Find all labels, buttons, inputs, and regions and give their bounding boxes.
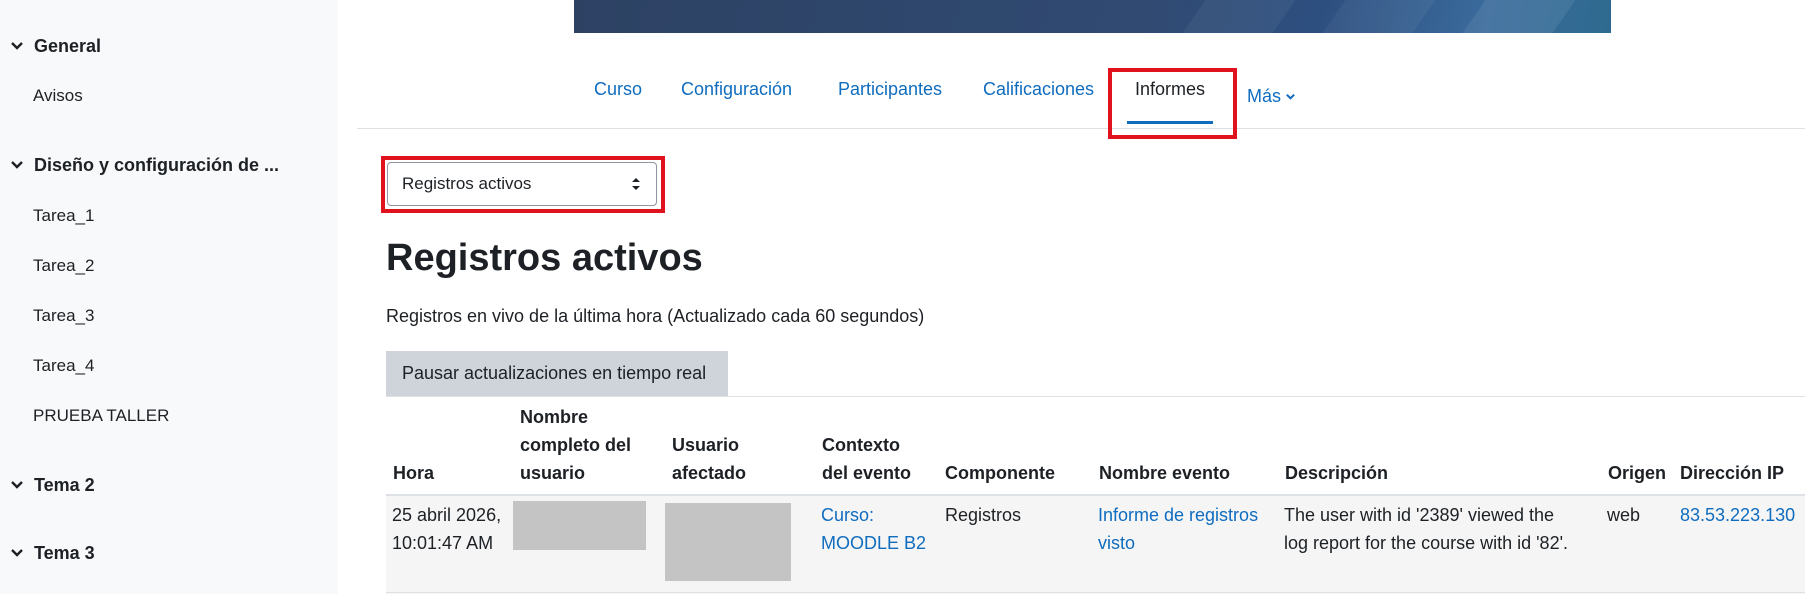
ip-address-link[interactable]: 83.53.223.130 (1680, 501, 1795, 529)
header-line: del evento (822, 463, 912, 483)
secondary-navigation: Curso Configuración Participantes Califi… (357, 68, 1805, 129)
section-diseno[interactable]: Diseño y configuración de ... (0, 150, 279, 180)
header-line: usuario (520, 463, 586, 483)
column-header-time[interactable]: Hora (393, 459, 434, 487)
tab-configuracion[interactable]: Configuración (681, 68, 792, 124)
cell-time: 25 abril 2026, 10:01:47 AM (392, 501, 501, 557)
header-line: completo del (520, 435, 632, 455)
cell-line: Curso: (821, 505, 875, 525)
sidebar-item-avisos[interactable]: Avisos (33, 85, 83, 107)
chevron-down-icon[interactable] (0, 31, 34, 61)
tab-curso[interactable]: Curso (594, 68, 642, 124)
header-line: Nombre (520, 407, 589, 427)
chevron-down-icon[interactable] (0, 470, 34, 500)
sidebar-item-tarea-1[interactable]: Tarea_1 (33, 205, 94, 227)
cell-line: visto (1098, 533, 1136, 553)
chevron-down-icon[interactable] (0, 150, 34, 180)
tab-calificaciones[interactable]: Calificaciones (983, 68, 1094, 124)
sidebar-item-tarea-3[interactable]: Tarea_3 (33, 305, 94, 327)
header-line: Contexto (822, 435, 900, 455)
chevron-down-icon[interactable] (0, 538, 34, 568)
redacted-affected-user (665, 503, 791, 581)
header-line: afectado (672, 463, 747, 483)
cell-line: MOODLE B2 (821, 533, 927, 553)
course-header-banner (574, 0, 1611, 33)
sidebar-item-tarea-4[interactable]: Tarea_4 (33, 355, 94, 377)
cell-origin: web (1607, 505, 1641, 525)
column-header-description[interactable]: Descripción (1285, 459, 1388, 487)
pause-live-updates-button[interactable]: Pausar actualizaciones en tiempo real (386, 351, 728, 396)
highlight-box-informes (1108, 68, 1237, 139)
section-label: Tema 3 (34, 542, 95, 563)
redacted-user-name (513, 501, 646, 550)
section-tema-2[interactable]: Tema 2 (0, 470, 95, 500)
event-name-link[interactable]: Informe de registros visto (1098, 501, 1258, 557)
chevron-down-icon (1285, 91, 1296, 102)
table-top-border (386, 396, 1805, 397)
highlight-box-selector (381, 156, 665, 213)
header-line: Usuario (672, 435, 740, 455)
context-link[interactable]: Curso: MOODLE B2 (821, 501, 926, 557)
tab-mas-label: Más (1247, 86, 1282, 106)
cell-component: Registros (945, 505, 1022, 525)
cell-line: The user with id '2389' viewed the (1284, 505, 1555, 525)
section-tema-3[interactable]: Tema 3 (0, 538, 95, 568)
sidebar-item-prueba-taller[interactable]: PRUEBA TALLER (33, 405, 169, 427)
section-general[interactable]: General (0, 31, 101, 61)
tab-mas[interactable]: Más (1247, 68, 1296, 124)
column-header-user-fullname[interactable]: Nombre completo del usuario (520, 403, 631, 487)
column-header-origin[interactable]: Origen (1608, 459, 1666, 487)
page-subtitle: Registros en vivo de la última hora (Act… (386, 306, 925, 326)
section-label: Tema 2 (34, 474, 95, 495)
section-label: General (34, 35, 102, 56)
tab-participantes[interactable]: Participantes (838, 68, 942, 124)
cell-line: Informe de registros (1098, 505, 1259, 525)
cell-line: log report for the course with id '82'. (1284, 533, 1569, 553)
column-header-context[interactable]: Contexto del evento (822, 431, 911, 487)
cell-line: 10:01:47 AM (392, 533, 494, 553)
page-title: Registros activos (386, 237, 703, 279)
section-label: Diseño y configuración de ... (34, 154, 280, 175)
column-header-affected-user[interactable]: Usuario afectado (672, 431, 746, 487)
column-header-event-name[interactable]: Nombre evento (1099, 459, 1230, 487)
cell-description: The user with id '2389' viewed the log r… (1284, 501, 1568, 557)
course-index-sidebar: General Avisos Diseño y configuración de… (0, 0, 338, 594)
cell-line: 25 abril 2026, (392, 505, 502, 525)
sidebar-item-tarea-2[interactable]: Tarea_2 (33, 255, 94, 277)
column-header-ip[interactable]: Dirección IP (1680, 459, 1784, 487)
column-header-component[interactable]: Componente (945, 459, 1055, 487)
table-row-border (386, 592, 1805, 593)
